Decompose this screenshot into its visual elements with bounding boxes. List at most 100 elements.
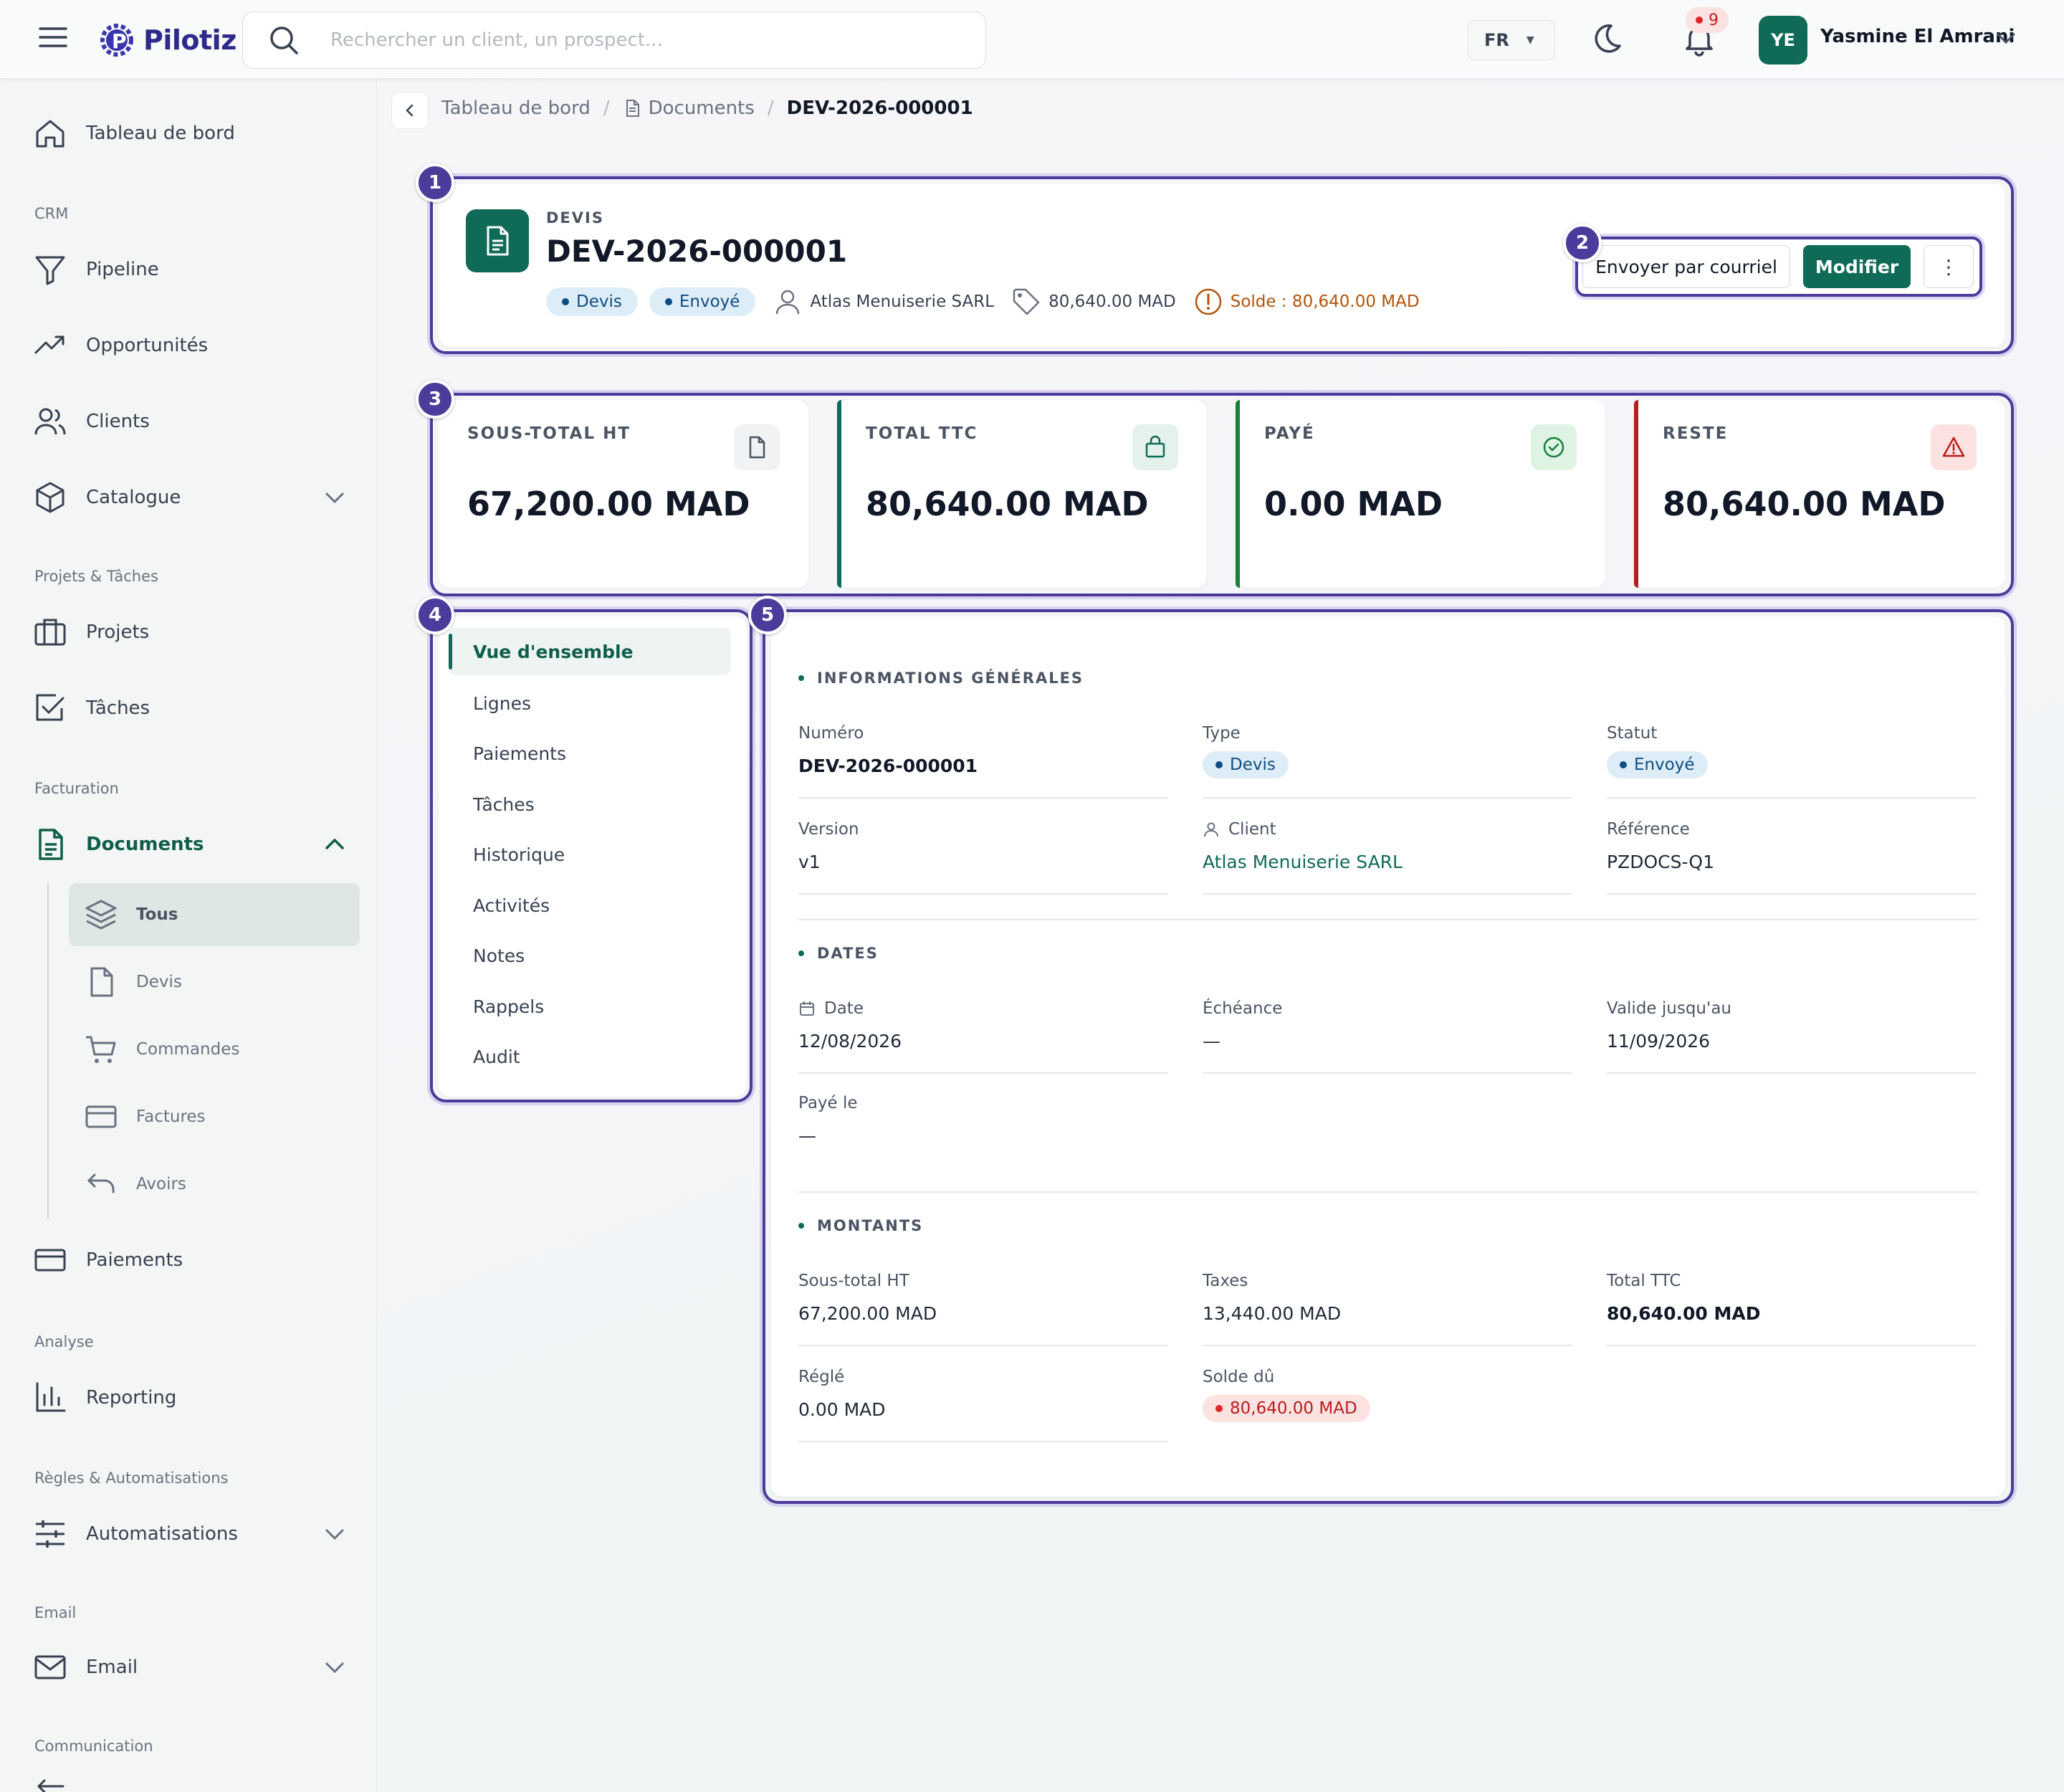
- sidebar-subitem-orders[interactable]: Commandes: [69, 1018, 360, 1081]
- notification-badge: 9: [1686, 7, 1729, 33]
- type-badge-label: Devis: [1230, 756, 1276, 774]
- sidebar-subitem-quotes[interactable]: Devis: [69, 950, 360, 1014]
- field-label: Statut: [1607, 724, 1658, 743]
- field-label: Solde dû: [1203, 1368, 1275, 1386]
- annotation-marker-1: 1: [416, 163, 454, 202]
- chevron-down-icon[interactable]: [1994, 26, 2018, 50]
- briefcase-icon: [34, 619, 66, 646]
- breadcrumb: Tableau de bord / Documents / DEV-2026-0…: [441, 97, 973, 119]
- sidebar-item-projects[interactable]: Projets: [33, 611, 348, 654]
- sidebar-subitem-all[interactable]: Tous: [69, 883, 360, 946]
- annotation-marker-5: 5: [748, 596, 787, 634]
- sidebar-item-dashboard[interactable]: Tableau de bord: [33, 112, 348, 155]
- arrow-left-icon[interactable]: [34, 1778, 66, 1792]
- file-icon: [626, 100, 639, 117]
- section-title-text: DATES: [817, 945, 879, 962]
- user-name[interactable]: Yasmine El Amrani: [1820, 26, 2015, 47]
- field-status: Statut Envoyé: [1607, 724, 1977, 799]
- field-label: Payé le: [798, 1094, 858, 1112]
- type-badge: Devis: [546, 287, 638, 316]
- client-meta: Atlas Menuiserie SARL: [773, 287, 994, 317]
- sidebar-subitem-label: Avoirs: [136, 1175, 186, 1193]
- sidebar-subitem-label: Commandes: [136, 1040, 240, 1059]
- field-value: Devis: [1203, 751, 1289, 778]
- chevron-down-icon[interactable]: [321, 1520, 348, 1548]
- sidebar-item-opportunities[interactable]: Opportunités: [33, 324, 348, 367]
- field-value: Envoyé: [1607, 751, 1708, 778]
- stat-value: 80,640.00 MAD: [1663, 485, 1946, 523]
- sidebar-section-billing: Facturation: [34, 780, 119, 797]
- sidebar-item-tasks[interactable]: Tâches: [33, 687, 348, 730]
- sidebar-item-catalog[interactable]: Catalogue: [33, 476, 348, 519]
- shopping-bag-icon: [1132, 424, 1178, 470]
- sidebar-section-projects: Projets & Tâches: [34, 568, 158, 585]
- search-box[interactable]: [242, 11, 986, 69]
- sidebar-item-label: Automatisations: [86, 1523, 238, 1545]
- section-divider: [798, 1191, 1978, 1193]
- menu-icon[interactable]: [37, 22, 69, 53]
- stat-label: RESTE: [1663, 424, 1729, 443]
- chevron-up-icon[interactable]: [321, 831, 348, 858]
- tab-notes[interactable]: Notes: [449, 932, 731, 979]
- tab-lines[interactable]: Lignes: [449, 680, 731, 727]
- sidebar-item-pipeline[interactable]: Pipeline: [33, 248, 348, 291]
- tab-history[interactable]: Historique: [449, 831, 731, 878]
- document-meta: Devis Envoyé Atlas Menuiserie SARL 80,64…: [546, 285, 1420, 318]
- sidebar-item-reporting[interactable]: Reporting: [33, 1376, 348, 1419]
- edit-button[interactable]: Modifier: [1803, 245, 1911, 288]
- stat-label: TOTAL TTC: [866, 424, 978, 443]
- status-badge: Envoyé: [649, 287, 756, 316]
- tab-payments[interactable]: Paiements: [449, 730, 731, 777]
- bar-chart-icon: [36, 1382, 66, 1412]
- sidebar-item-clients[interactable]: Clients: [33, 400, 348, 443]
- chevron-down-icon[interactable]: [321, 484, 348, 511]
- field-subtotal: Sous-total HT 67,200.00 MAD: [798, 1272, 1168, 1346]
- tag-icon: [1013, 288, 1040, 315]
- section-title-text: MONTANTS: [817, 1217, 924, 1234]
- field-reference: Référence PZDOCS-Q1: [1607, 820, 1977, 895]
- file-text-icon: [39, 829, 63, 860]
- field-version: Version v1: [798, 820, 1168, 895]
- sidebar-subitem-label: Devis: [136, 973, 182, 991]
- section-divider: [798, 919, 1978, 920]
- chevron-down-icon[interactable]: [321, 1654, 348, 1681]
- field-value: 0.00 MAD: [798, 1399, 886, 1420]
- sidebar-item-label: Paiements: [86, 1249, 183, 1271]
- search-input[interactable]: [330, 29, 961, 51]
- stat-card-remaining: RESTE 80,640.00 MAD: [1634, 400, 2005, 588]
- stat-value: 80,640.00 MAD: [866, 485, 1149, 523]
- sidebar-subitem-label: Factures: [136, 1107, 206, 1126]
- send-email-button[interactable]: Envoyer par courriel: [1582, 245, 1790, 288]
- sidebar-subitem-credits[interactable]: Avoirs: [69, 1153, 360, 1216]
- tab-activities[interactable]: Activités: [449, 882, 731, 929]
- breadcrumb-home[interactable]: Tableau de bord: [441, 97, 591, 119]
- sidebar-subitem-invoices[interactable]: Factures: [69, 1085, 360, 1148]
- credit-card-icon: [34, 1249, 66, 1272]
- breadcrumb-documents[interactable]: Documents: [649, 97, 755, 119]
- tab-overview[interactable]: Vue d'ensemble: [449, 628, 731, 675]
- file-icon: [734, 424, 780, 470]
- tab-tasks[interactable]: Tâches: [449, 781, 731, 828]
- field-value: 11/09/2026: [1607, 1031, 1711, 1052]
- sidebar-item-automations[interactable]: Automatisations: [33, 1512, 348, 1555]
- tab-audit[interactable]: Audit: [449, 1033, 731, 1080]
- field-label: Total TTC: [1607, 1272, 1681, 1290]
- client-link[interactable]: Atlas Menuiserie SARL: [1203, 852, 1403, 872]
- user-avatar[interactable]: YE: [1759, 16, 1807, 65]
- more-actions-button[interactable]: ⋮: [1924, 245, 1974, 288]
- field-date: Date 12/08/2026: [798, 999, 1168, 1074]
- section-title-amounts: MONTANTS: [798, 1217, 923, 1234]
- dark-mode-icon[interactable]: [1590, 22, 1624, 56]
- sidebar-item-email[interactable]: Email: [33, 1646, 348, 1689]
- package-icon: [36, 482, 64, 513]
- sidebar-item-documents[interactable]: Documents: [33, 823, 348, 866]
- language-select[interactable]: FR ▼: [1468, 20, 1555, 60]
- stat-value: 0.00 MAD: [1264, 485, 1443, 523]
- sidebar-item-label: Pipeline: [86, 259, 159, 280]
- app-logo[interactable]: P Pilotiz: [95, 17, 236, 63]
- annotation-marker-4: 4: [416, 596, 454, 634]
- back-button[interactable]: [391, 92, 429, 129]
- tab-reminders[interactable]: Rappels: [449, 983, 731, 1030]
- sidebar-item-payments[interactable]: Paiements: [33, 1239, 348, 1282]
- mail-icon: [34, 1655, 66, 1679]
